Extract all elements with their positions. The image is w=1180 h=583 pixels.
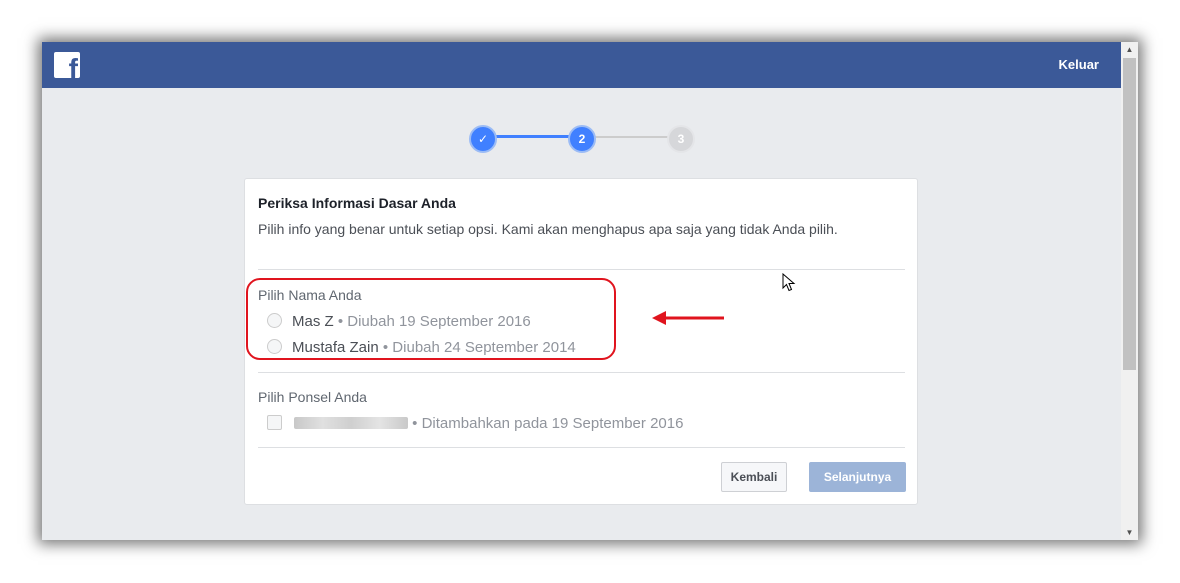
card-title: Periksa Informasi Dasar Anda [258, 195, 456, 211]
highlight-annotation [246, 278, 616, 360]
back-button[interactable]: Kembali [721, 462, 787, 492]
divider [258, 372, 905, 373]
scroll-down-arrow-icon[interactable]: ▼ [1121, 525, 1138, 540]
phone-option-1[interactable]: • Ditambahkan pada 19 September 2016 [267, 415, 683, 432]
scroll-up-arrow-icon[interactable]: ▲ [1121, 42, 1138, 57]
phone-section-title: Pilih Ponsel Anda [258, 389, 367, 405]
step-2-indicator: 2 [568, 125, 596, 153]
browser-window: f Keluar ✓ 2 3 Periksa Informasi Dasar A… [42, 42, 1138, 540]
card-description: Pilih info yang benar untuk setiap opsi.… [258, 221, 838, 237]
redacted-phone-number [294, 417, 408, 429]
scrollbar-thumb[interactable] [1123, 58, 1136, 370]
option-meta: • Ditambahkan pada 19 September 2016 [408, 415, 684, 432]
divider [258, 269, 905, 270]
progress-stepper: ✓ 2 3 [42, 42, 1121, 153]
step-1-check-icon: ✓ [469, 125, 497, 153]
mouse-cursor-icon [782, 273, 796, 292]
vertical-scrollbar[interactable]: ▲ ▼ [1121, 42, 1138, 540]
checkbox[interactable] [267, 415, 282, 430]
divider [258, 447, 905, 448]
step-3-indicator: 3 [667, 125, 695, 153]
next-button[interactable]: Selanjutnya [809, 462, 906, 492]
red-arrow-icon [652, 311, 724, 325]
